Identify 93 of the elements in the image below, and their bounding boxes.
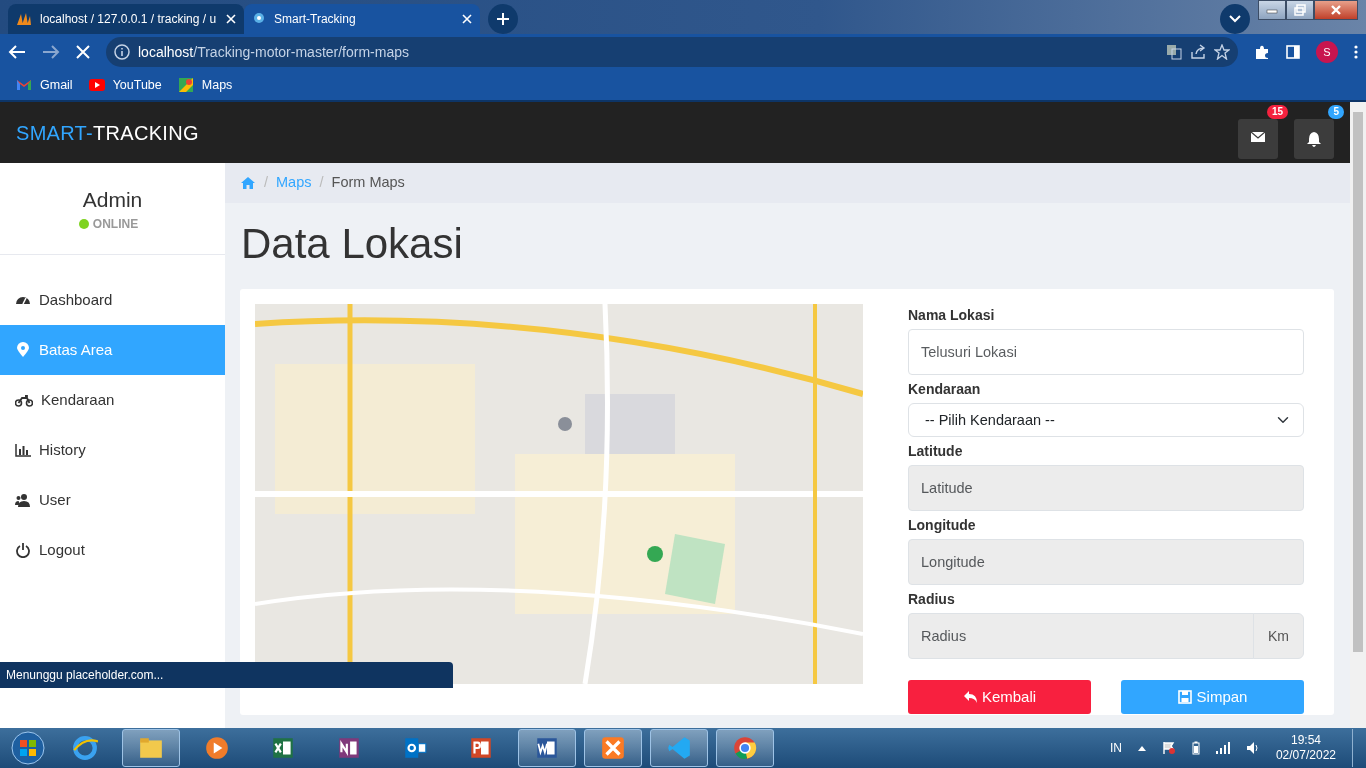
bar-chart-icon	[15, 442, 31, 458]
share-icon[interactable]	[1190, 44, 1206, 60]
sidebar-item[interactable]: Kendaraan	[0, 375, 225, 425]
sidebar-item[interactable]: History	[0, 425, 225, 475]
sidebar-item[interactable]: Dashboard	[0, 275, 225, 325]
puzzle-icon[interactable]	[1254, 44, 1270, 60]
youtube-icon	[88, 77, 105, 93]
motorcycle-icon	[15, 392, 33, 408]
spreadsheet-icon	[270, 735, 296, 761]
field-label: Nama Lokasi	[908, 306, 996, 325]
globe-icon	[72, 735, 98, 761]
back-button[interactable]: Kembali	[908, 680, 1091, 715]
xampp-logo-icon	[600, 735, 626, 761]
taskbar-button[interactable]	[584, 729, 642, 767]
folder-icon	[138, 735, 164, 761]
gmail-icon	[16, 77, 32, 93]
side-panel-icon[interactable]	[1286, 45, 1300, 59]
taskbar-button[interactable]	[716, 729, 774, 767]
reply-arrow-icon	[962, 690, 978, 705]
bookmark[interactable]: Maps	[177, 75, 233, 95]
restore-button[interactable]	[1286, 0, 1314, 20]
page-title: Data Lokasi	[241, 219, 464, 269]
close-icon[interactable]	[462, 14, 472, 24]
play-icon	[204, 735, 230, 761]
sail-icon	[16, 12, 32, 26]
users-icon	[15, 492, 31, 508]
status-text: Menunggu placeholder.com...	[0, 662, 453, 688]
menu-icon[interactable]	[1354, 45, 1358, 59]
count-badge: 5	[1328, 105, 1344, 119]
field-label: Latitude	[908, 442, 964, 461]
clock-date: 02/07/2022	[1275, 748, 1336, 763]
brand-logo[interactable]: SMART-TRACKING	[16, 117, 199, 148]
close-icon[interactable]	[226, 14, 236, 24]
maps-icon	[177, 77, 194, 93]
notebook-icon	[336, 735, 362, 761]
presentation-icon	[468, 735, 494, 761]
translate-icon[interactable]	[1166, 44, 1182, 60]
battery-icon[interactable]	[1191, 741, 1200, 755]
power-icon	[15, 542, 31, 558]
messages-button[interactable]	[1238, 119, 1278, 159]
code-editor-icon	[666, 735, 692, 761]
close-icon	[1330, 4, 1342, 16]
bookmark[interactable]: YouTube	[88, 75, 162, 95]
profile-avatar[interactable]: S	[1316, 41, 1338, 63]
clock-time: 19:54	[1290, 733, 1321, 748]
language-indicator[interactable]: IN	[1109, 739, 1122, 757]
field-label: Kendaraan	[908, 380, 982, 399]
unit-label: Km	[1253, 613, 1304, 660]
document-icon	[534, 735, 560, 761]
separator: /	[264, 173, 269, 193]
browser-tab[interactable]: Smart-Tracking	[244, 4, 480, 34]
speaker-icon[interactable]	[1245, 741, 1260, 755]
close-button[interactable]	[1314, 0, 1358, 20]
info-icon	[114, 44, 130, 60]
online-dot-icon	[78, 219, 89, 230]
stop-icon[interactable]	[76, 45, 90, 59]
input-field[interactable]: Telusuri Lokasi	[908, 329, 1304, 376]
map-marker-icon	[15, 342, 31, 358]
minimize-button[interactable]	[1258, 0, 1286, 20]
sidebar-item[interactable]: User	[0, 475, 225, 525]
breadcrumb-current: Form Maps	[331, 173, 405, 193]
count-badge: 15	[1266, 105, 1288, 119]
user-name: Admin	[82, 186, 143, 213]
new-tab-button[interactable]	[488, 4, 518, 34]
taskbar-button[interactable]	[518, 729, 576, 767]
field-label: Longitude	[908, 516, 977, 535]
status-text: ONLINE	[92, 216, 139, 234]
scrollbar[interactable]	[1353, 112, 1363, 652]
flag-icon[interactable]	[1161, 741, 1176, 755]
back-icon[interactable]	[8, 44, 26, 60]
taskbar-button[interactable]	[122, 729, 180, 767]
signal-icon[interactable]	[1215, 742, 1230, 754]
notifications-button[interactable]	[1294, 119, 1334, 159]
windows-orb-icon	[11, 731, 45, 765]
bell-icon	[1307, 131, 1321, 147]
chrome-icon	[732, 735, 758, 761]
restore-icon	[1294, 4, 1306, 16]
separator: /	[319, 173, 324, 193]
forward-icon[interactable]	[42, 44, 60, 60]
sidebar-item[interactable]: Logout	[0, 525, 225, 575]
chevron-down-icon	[1229, 15, 1241, 23]
browser-tab[interactable]: localhost / 127.0.0.1 / tracking / u	[8, 4, 244, 34]
taskbar-button[interactable]	[650, 729, 708, 767]
tray-arrow-icon[interactable]	[1137, 745, 1146, 751]
plus-icon	[497, 13, 509, 25]
address-bar[interactable]: localhost/Tracking-motor-master/form-maps	[106, 37, 1238, 67]
field-label: Radius	[908, 590, 956, 609]
vehicle-select[interactable]: -- Pilih Kendaraan --	[908, 403, 1304, 438]
bookmark[interactable]: Gmail	[16, 75, 73, 95]
envelope-icon	[402, 735, 428, 761]
map-pin-icon	[252, 12, 266, 26]
tab-search-button[interactable]	[1220, 4, 1250, 34]
star-icon[interactable]	[1214, 44, 1230, 60]
